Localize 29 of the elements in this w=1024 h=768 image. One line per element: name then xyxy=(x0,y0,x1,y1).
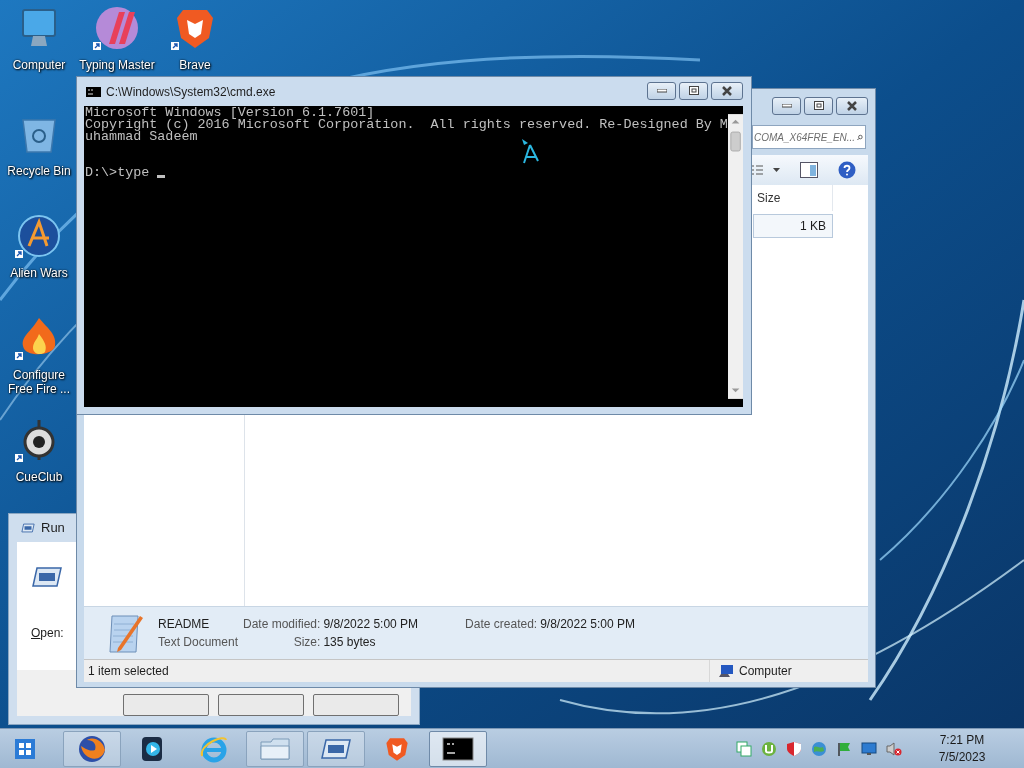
search-field[interactable]: COMA_X64FRE_EN... xyxy=(752,125,866,149)
location-text: Computer xyxy=(739,664,792,678)
console-line: uhammad Sadeem xyxy=(85,131,199,143)
field-label: Open: xyxy=(31,625,65,640)
desktop-icon-label[interactable]: Typing Master xyxy=(79,58,155,72)
column-header[interactable]: Size xyxy=(751,191,832,205)
window-title: Run xyxy=(41,520,65,536)
property-value: 135 bytes xyxy=(323,635,377,649)
window-title: C:\Windows\System32\cmd.exe xyxy=(106,84,277,99)
desktop-icon-label[interactable]: CueClub xyxy=(1,470,77,484)
property-label: Date created: xyxy=(465,617,538,631)
desktop-icon-label[interactable]: Alien Wars xyxy=(1,266,77,280)
desktop-icon-label[interactable]: Computer xyxy=(1,58,77,72)
table-cell[interactable]: 1 KB xyxy=(753,214,833,238)
property-value: 9/8/2022 5:00 PM xyxy=(540,617,635,631)
property-value: 9/8/2022 5:00 PM xyxy=(323,617,419,631)
console-line: D:\>type xyxy=(85,167,150,179)
console-line: Microsoft Windows [Version 6.1.7601] xyxy=(85,107,375,119)
clock-time[interactable]: 7:21 PM xyxy=(939,731,985,749)
status-text: 1 item selected xyxy=(88,664,169,678)
file-name: README xyxy=(158,617,211,631)
clock-date[interactable]: 7/5/2023 xyxy=(938,748,986,766)
property-label: Size: xyxy=(292,635,321,649)
console-line: Copyright (c) 2016 Microsoft Corporation. All rights reserved. Re-Designed By M xyxy=(85,119,728,131)
desktop-icon-label[interactable]: Recycle Bin xyxy=(1,164,77,178)
property-label: Date modified: xyxy=(243,617,321,631)
file-type: Text Document xyxy=(158,635,240,649)
desktop-icon-label[interactable]: Configure Free Fire ... xyxy=(1,368,77,396)
desktop-icon-label[interactable]: Brave xyxy=(157,58,233,72)
